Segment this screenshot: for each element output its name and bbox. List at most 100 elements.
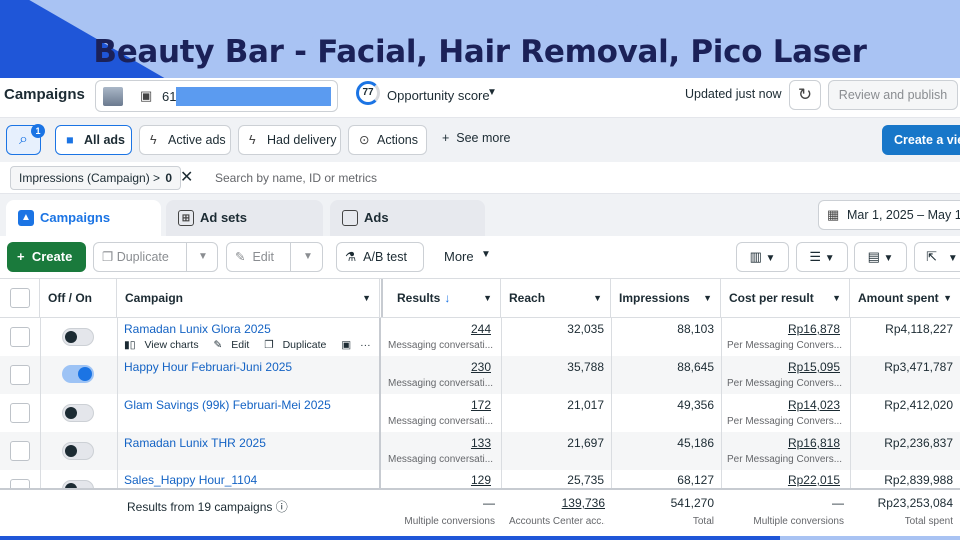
date-range-picker[interactable]: ▦ Mar 1, 2025 – May 1, — [818, 200, 960, 230]
tab-campaigns[interactable]: ▲ Campaigns — [6, 200, 161, 236]
table-row[interactable]: Ramadan Lunix Glora 2025 ▮▯ View charts … — [0, 318, 960, 356]
table-row[interactable]: Glam Savings (99k) Februari-Mei 2025 172… — [0, 394, 960, 432]
chevron-down-icon[interactable]: ▼ — [198, 243, 208, 271]
row-checkbox[interactable] — [10, 327, 30, 347]
cost-value[interactable]: Rp14,023 — [788, 398, 840, 412]
chevron-down-icon[interactable]: ▼ — [362, 279, 371, 317]
actions-button[interactable]: ⊙ Actions — [348, 125, 427, 155]
header-amount-label: Amount spent — [858, 291, 939, 305]
see-more-button[interactable]: + See more — [442, 131, 510, 145]
account-selector[interactable]: ▣ 616 — [95, 80, 338, 112]
more-options-icon[interactable]: ··· — [360, 339, 371, 351]
had-delivery-button[interactable]: ϟ Had delivery — [238, 125, 341, 155]
table-row[interactable]: Sales_Happy Hour_1104 129 25,735 68,127 … — [0, 470, 960, 488]
amount-value: Rp2,236,837 — [884, 436, 953, 450]
row-checkbox[interactable] — [10, 479, 30, 488]
grid-icon: ⊞ — [178, 210, 194, 226]
chevron-down-icon[interactable]: ▼ — [832, 279, 841, 317]
campaign-toggle[interactable] — [62, 442, 94, 460]
tab-ads[interactable]: Ads — [330, 200, 485, 236]
row-checkbox[interactable] — [10, 365, 30, 385]
header-impressions[interactable]: Impressions ▼ — [611, 279, 721, 317]
campaign-name-link[interactable]: Glam Savings (99k) Februari-Mei 2025 — [124, 398, 331, 412]
create-button[interactable]: + Create — [7, 242, 86, 272]
chevron-down-icon[interactable]: ▼ — [703, 279, 712, 317]
row-checkbox[interactable] — [10, 403, 30, 423]
summary-label: Results from 19 campaigns ⓘ — [127, 500, 288, 514]
info-icon[interactable]: ⓘ — [276, 500, 288, 514]
filter-chip[interactable]: Impressions (Campaign) > 0 — [10, 166, 182, 190]
refresh-button[interactable]: ↻ — [789, 80, 821, 110]
edit-row-button[interactable]: ✎ Edit — [214, 339, 256, 351]
campaign-name-link[interactable]: Sales_Happy Hour_1104 — [124, 473, 257, 487]
chevron-down-icon[interactable]: ▼ — [483, 279, 492, 317]
table-toolbar: + Create ❐ Duplicate ▼ ✎ Edit ▼ ⚗ A/B test… — [0, 236, 960, 278]
header-results[interactable]: Results ↓ ▼ — [381, 279, 501, 317]
all-ads-button[interactable]: ■ All ads — [55, 125, 132, 155]
results-subtext: Messaging conversati... — [388, 416, 494, 427]
view-charts-button[interactable]: ▮▯ View charts — [124, 339, 205, 351]
campaign-toggle[interactable] — [62, 404, 94, 422]
results-value[interactable]: 244 — [471, 322, 491, 336]
campaign-name-link[interactable]: Ramadan Lunix Glora 2025 — [124, 322, 271, 336]
campaign-name-link[interactable]: Happy Hour Februari-Juni 2025 — [124, 360, 292, 374]
export-button[interactable]: ⇱ ▼ — [914, 242, 960, 272]
header-reach[interactable]: Reach ▼ — [501, 279, 611, 317]
impressions-value: 49,356 — [677, 398, 714, 412]
results-value[interactable]: 129 — [471, 473, 491, 487]
close-icon[interactable]: ✕ — [180, 167, 193, 187]
summary-reach[interactable]: 139,736 — [562, 496, 605, 510]
cost-value[interactable]: Rp16,878 — [788, 322, 840, 336]
ab-test-button[interactable]: ⚗ A/B test — [336, 242, 424, 272]
filter-count-badge: 1 — [31, 124, 45, 138]
chevron-down-icon[interactable]: ▼ — [487, 87, 497, 98]
results-value[interactable]: 172 — [471, 398, 491, 412]
active-ads-button[interactable]: ϟ Active ads — [139, 125, 231, 155]
create-view-button[interactable]: Create a view — [882, 125, 960, 155]
campaign-toggle[interactable] — [62, 365, 94, 383]
breakdown-button[interactable]: ☰ ▼ — [796, 242, 848, 272]
header-amount[interactable]: Amount spent ▼ — [850, 279, 960, 317]
tab-ad-sets[interactable]: ⊞ Ad sets — [166, 200, 323, 236]
header-cost[interactable]: Cost per result ▼ — [721, 279, 850, 317]
cost-value[interactable]: Rp22,015 — [788, 473, 840, 487]
chevron-down-icon[interactable]: ▼ — [481, 249, 491, 260]
select-all-checkbox[interactable] — [10, 288, 30, 308]
results-value[interactable]: 230 — [471, 360, 491, 374]
summary-impressions-sub: Total — [692, 516, 714, 527]
reach-value: 21,017 — [567, 398, 604, 412]
duplicate-row-button[interactable]: ❐ Duplicate — [264, 339, 332, 351]
summary-amount-sub: Total spent — [904, 516, 953, 527]
table-row[interactable]: Happy Hour Februari-Juni 2025 230 Messag… — [0, 356, 960, 394]
row-checkbox[interactable] — [10, 441, 30, 461]
campaign-name-link[interactable]: Ramadan Lunix THR 2025 — [124, 436, 266, 450]
campaign-toggle[interactable] — [62, 328, 94, 346]
date-range-label: Mar 1, 2025 – May 1, — [847, 208, 960, 222]
opportunity-score-ring[interactable]: 77 — [356, 81, 380, 105]
header-campaign[interactable]: Campaign ▼ — [117, 279, 380, 317]
reports-button[interactable]: ▤ ▼ — [854, 242, 907, 272]
chevron-down-icon[interactable]: ▼ — [303, 243, 313, 271]
search-input[interactable]: Search by name, ID or metrics — [215, 171, 377, 185]
calendar-icon: ▦ — [827, 207, 840, 222]
cost-value[interactable]: Rp16,818 — [788, 436, 840, 450]
image-icon[interactable]: ▣ — [341, 339, 351, 351]
columns-button[interactable]: ▥ ▼ — [736, 242, 789, 272]
actions-label: Actions — [377, 133, 418, 147]
review-publish-button[interactable]: Review and publish — [828, 80, 958, 110]
campaign-toggle[interactable] — [62, 480, 94, 488]
more-button[interactable]: More — [444, 249, 474, 264]
refresh-icon: ↻ — [797, 85, 813, 104]
edit-button[interactable]: ✎ Edit ▼ — [226, 242, 323, 272]
chevron-down-icon[interactable]: ▼ — [593, 279, 602, 317]
table-row[interactable]: Ramadan Lunix THR 2025 133 Messaging con… — [0, 432, 960, 470]
chevron-down-icon[interactable]: ▼ — [943, 279, 952, 317]
account-id-redaction — [176, 87, 331, 106]
duplicate-button[interactable]: ❐ Duplicate ▼ — [93, 242, 218, 272]
filter-chip-label: Impressions (Campaign) > — [19, 171, 161, 185]
cost-value[interactable]: Rp15,095 — [788, 360, 840, 374]
opportunity-score-label[interactable]: Opportunity score — [387, 88, 490, 103]
arrow-up-circle-icon: ⊙ — [359, 133, 370, 147]
results-value[interactable]: 133 — [471, 436, 491, 450]
table-header: Off / On Campaign ▼ Results ↓ ▼ Reach ▼ Impr… — [0, 278, 960, 318]
